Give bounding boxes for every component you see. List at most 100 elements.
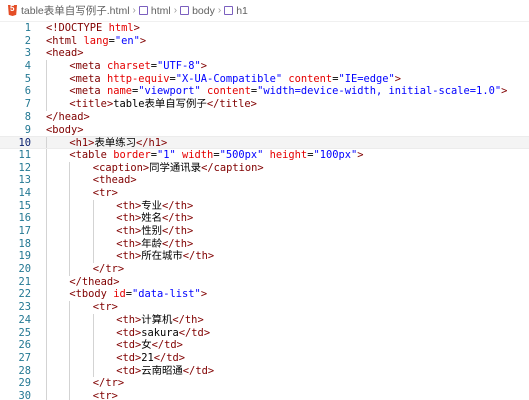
code-token: tr [99,301,112,314]
code-text: <table border="1" width="500px" height="… [69,149,363,162]
code-token: </ [151,339,165,352]
code-text: </tr> [93,377,124,390]
code-token: tr [99,389,112,400]
chevron-right-icon: › [173,5,178,16]
code-line[interactable]: 23 <tr> [0,301,529,314]
line-number: 6 [24,85,31,98]
breadcrumb-item[interactable]: table表单自写例子.html [8,3,130,18]
code-line[interactable]: 6 <meta name="viewport" content="width=de… [0,85,529,99]
indent-guide [46,389,47,400]
code-token: </ [92,263,106,276]
code-text: <td>云南昭通</td> [116,365,214,378]
code-line[interactable]: 19 <th>所在城市</th> [0,250,529,264]
indent-guide [46,212,47,225]
breadcrumb-item[interactable]: h1 [224,5,248,17]
code-token: th [122,237,135,250]
code-text: <tr> [93,301,118,314]
indent-guide [46,85,47,99]
code-line[interactable]: 21 </thead> [0,275,529,289]
code-text: <tr> [93,390,118,400]
code-token: th [122,199,135,212]
code-token: </ [206,98,220,111]
code-line[interactable]: 18 <th>年龄</th> [0,237,529,251]
indent-guide [69,186,71,200]
code-token: "UTF-8" [157,60,201,73]
code-line[interactable]: 9 <body> [0,124,529,137]
code-line[interactable]: 22 <tbody id="data-list"> [0,288,529,302]
line-number: 16 [18,212,31,225]
breadcrumb: table表单自写例子.html›html›body›h1 [0,0,529,22]
indent-guide [92,225,94,238]
indent-guide [46,326,47,340]
line-number: 24 [18,313,31,326]
code-line[interactable]: 26 <td>女</td> [0,339,529,352]
code-line[interactable]: 4 <meta charset="UTF-8"> [0,60,529,73]
code-token: th [174,199,188,212]
code-line[interactable]: 28 <td>云南昭通</td> [0,364,529,378]
code-token: 云南昭通 [141,364,183,377]
code-editor[interactable]: table表单自写例子.html›html›body›h1 1<!DOCTYPE… [0,0,529,400]
code-token: charset [100,60,151,73]
code-token: </ [172,313,185,326]
breadcrumb-item[interactable]: html [138,5,171,17]
code-token: title [75,98,107,111]
code-token: td [164,339,177,352]
indent-guide [69,237,71,251]
code-token: content [282,72,333,85]
code-token: </ [153,351,167,364]
indent-guide [69,364,71,378]
indent-guide [69,313,71,327]
line-number: 21 [18,275,31,288]
code-line[interactable]: 30 <tr> [0,389,529,400]
indent-guide [69,161,71,175]
indent-guide [46,288,47,302]
code-line[interactable]: 24 <th>计算机</th> [0,313,529,327]
code-token: > [187,225,194,237]
code-token: th [122,212,135,225]
code-token: tr [105,377,118,390]
indent-guide [69,212,71,225]
line-number: 5 [24,72,31,85]
code-token: th [184,313,198,326]
code-line[interactable]: 7 <title>table表单自写例子</title> [0,98,529,111]
code-line[interactable]: 11 <table border="1" width="500px" height… [0,148,529,162]
code-line[interactable]: 14 <tr> [0,186,529,200]
code-line[interactable]: 20 </tr> [0,263,529,276]
code-text: </thead> [69,276,119,289]
code-token: "IE=edge" [338,72,395,85]
breadcrumb-item[interactable]: body [180,5,215,17]
code-line[interactable]: 27 <td>21</td> [0,351,529,365]
code-line[interactable]: 16 <th>姓名</th> [0,212,529,225]
code-line[interactable]: 10 <h1>表单练习</h1> [0,136,529,149]
code-line[interactable]: 15 <th>专业</th> [0,199,529,213]
code-token: tr [99,186,112,199]
code-text: <body> [46,124,84,137]
indent-guide [46,250,47,264]
indent-guide [69,174,71,187]
code-area[interactable]: 1 <!DOCTYPE html> 2 <html lang="en"> 3 <head>… [0,22,529,400]
indent-guide [46,339,47,352]
line-number: 4 [24,60,31,73]
code-line[interactable]: 3 <head> [0,47,529,60]
code-line[interactable]: 13 <thead> [0,174,529,187]
indent-guide [69,377,71,390]
code-text: <meta charset="UTF-8"> [69,60,207,73]
code-token: > [111,301,118,314]
code-line[interactable]: 12 <caption>同学通讯录</caption> [0,161,529,175]
code-line[interactable]: 5 <meta http-equiv="X-UA-Compatible" cont… [0,72,529,86]
line-number: 15 [18,199,31,212]
code-line[interactable]: 17 <th>性别</th> [0,225,529,238]
line-number: 30 [18,389,31,400]
indent-guide [46,174,47,187]
code-line[interactable]: 8 </head> [0,111,529,124]
code-text: <td>sakura</td> [116,327,210,340]
code-line[interactable]: 29 </tr> [0,377,529,390]
code-text: <meta http-equiv="X-UA-Compatible" conte… [69,73,401,86]
code-token: 姓名 [141,212,163,225]
code-line[interactable]: 2 <html lang="en"> [0,35,529,48]
code-line[interactable]: 1 <!DOCTYPE html> [0,22,529,35]
code-token: td [195,364,208,377]
code-line[interactable]: 25 <td>sakura</td> [0,326,529,340]
code-token: </ [182,250,196,263]
line-number: 18 [18,237,31,250]
